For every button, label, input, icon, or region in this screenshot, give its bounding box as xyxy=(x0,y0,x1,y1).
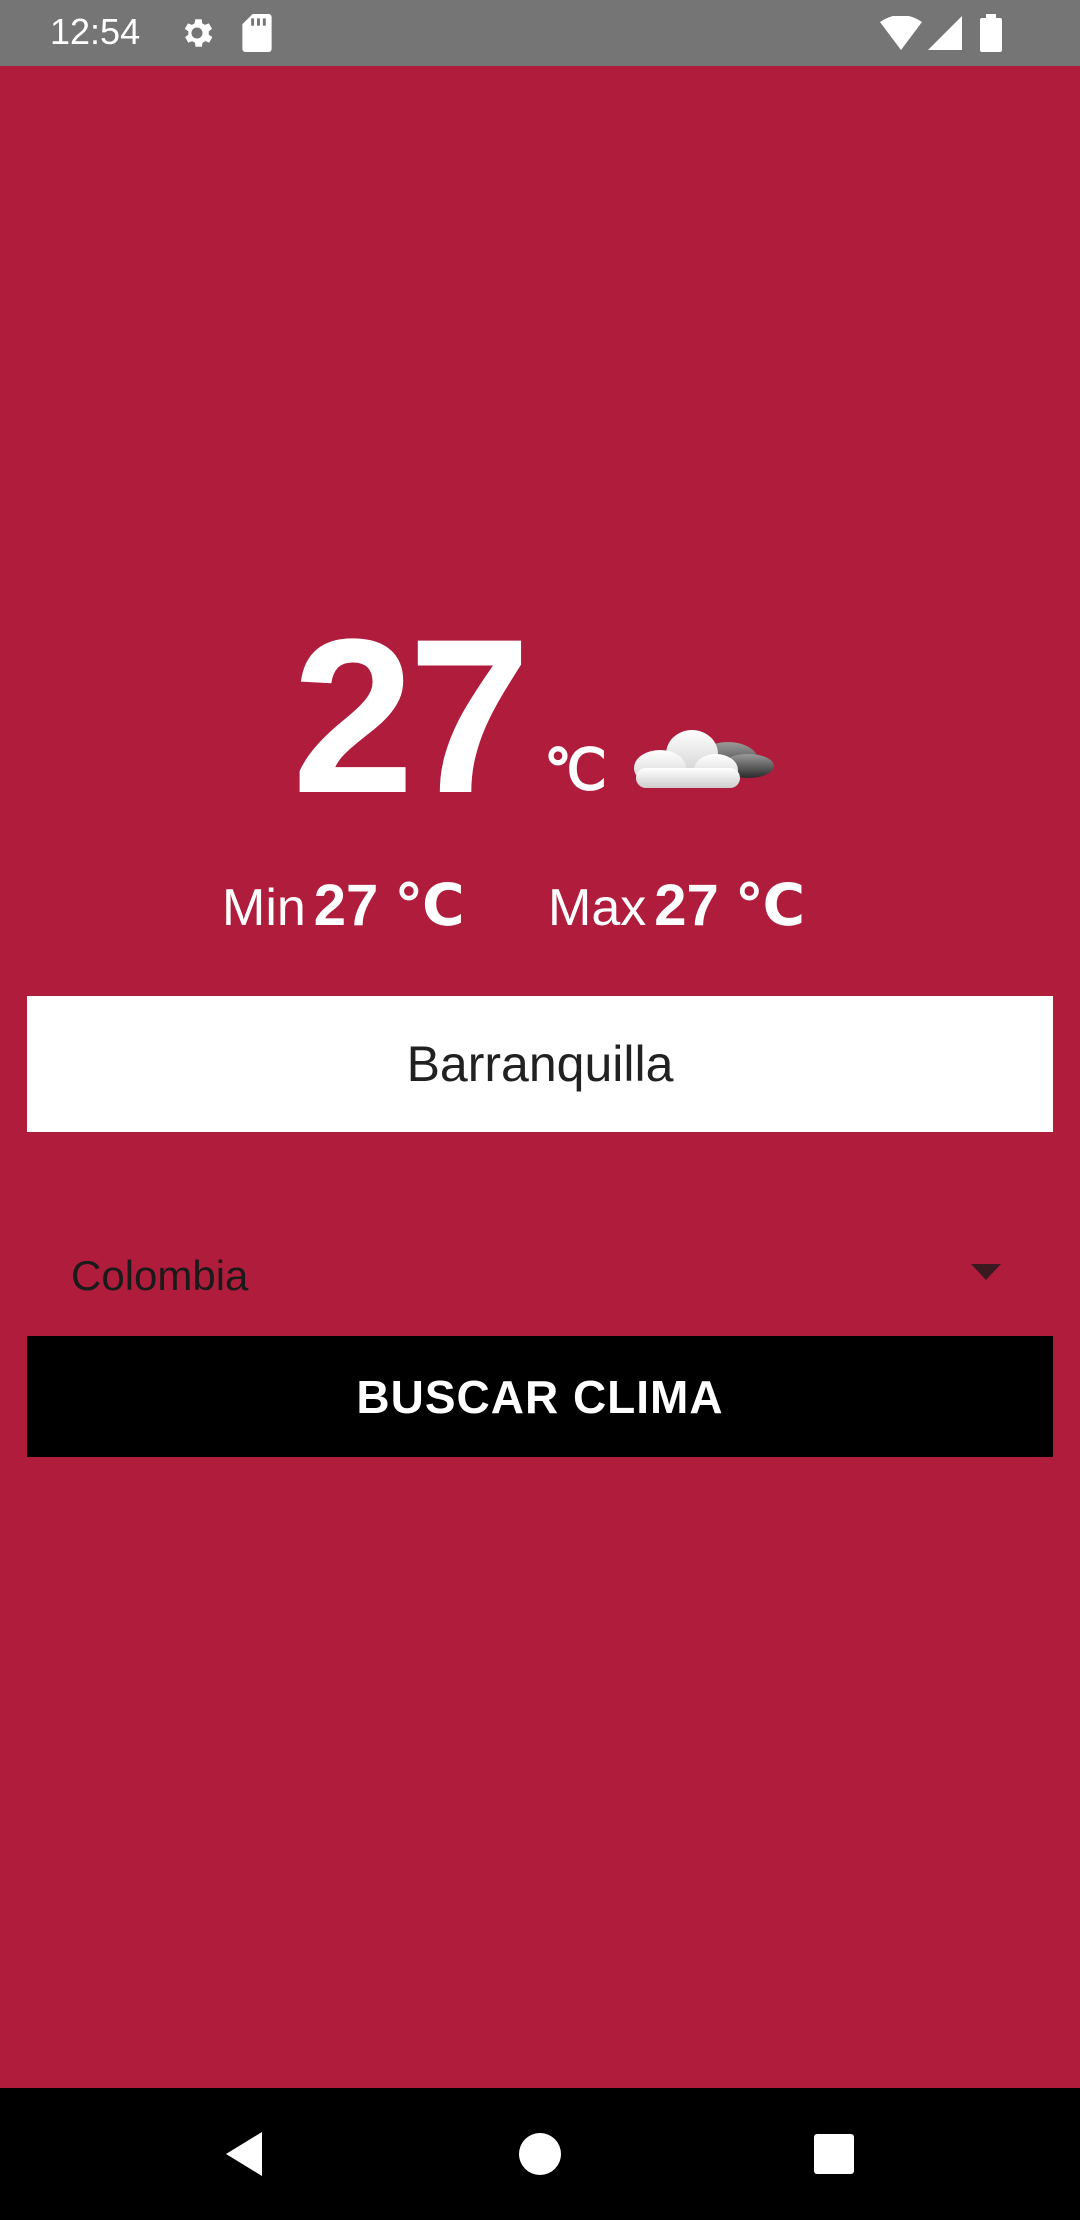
city-input[interactable] xyxy=(27,996,1053,1132)
status-bar: 12:54 xyxy=(0,0,1080,66)
min-label: Min xyxy=(222,879,306,937)
temperature-row: 27 ℃ xyxy=(0,606,1080,886)
country-selected-value: Colombia xyxy=(71,1252,249,1299)
min-value: 27 ℃ xyxy=(313,873,465,938)
signal-icon xyxy=(928,16,962,50)
navigation-bar xyxy=(0,2088,1080,2220)
dropdown-arrow-icon xyxy=(971,1264,1001,1280)
back-icon[interactable] xyxy=(218,2124,278,2184)
min-temperature-group: Min 27 ℃ xyxy=(222,866,465,948)
partly-cloudy-icon xyxy=(620,712,780,812)
country-select[interactable]: Colombia xyxy=(27,1226,1053,1326)
sd-card-icon xyxy=(242,14,272,52)
max-label: Max xyxy=(548,879,647,937)
gear-icon xyxy=(178,14,216,52)
max-temperature-group: Max 27 ℃ xyxy=(548,866,805,948)
battery-icon xyxy=(980,14,1002,52)
main-content: 27 ℃ Min 27 ℃ Max 27 ℃ Barranquilla Colo… xyxy=(0,66,1080,2088)
wifi-icon xyxy=(880,16,922,50)
max-value: 27 ℃ xyxy=(654,873,806,938)
search-weather-button[interactable]: BUSCAR CLIMA xyxy=(27,1336,1053,1457)
status-time: 12:54 xyxy=(50,11,141,52)
min-max-row: Min 27 ℃ Max 27 ℃ xyxy=(0,866,1080,946)
temperature-unit: ℃ xyxy=(544,738,607,801)
recents-icon[interactable] xyxy=(804,2124,864,2184)
home-icon[interactable] xyxy=(510,2124,570,2184)
current-temperature: 27 xyxy=(292,593,531,839)
